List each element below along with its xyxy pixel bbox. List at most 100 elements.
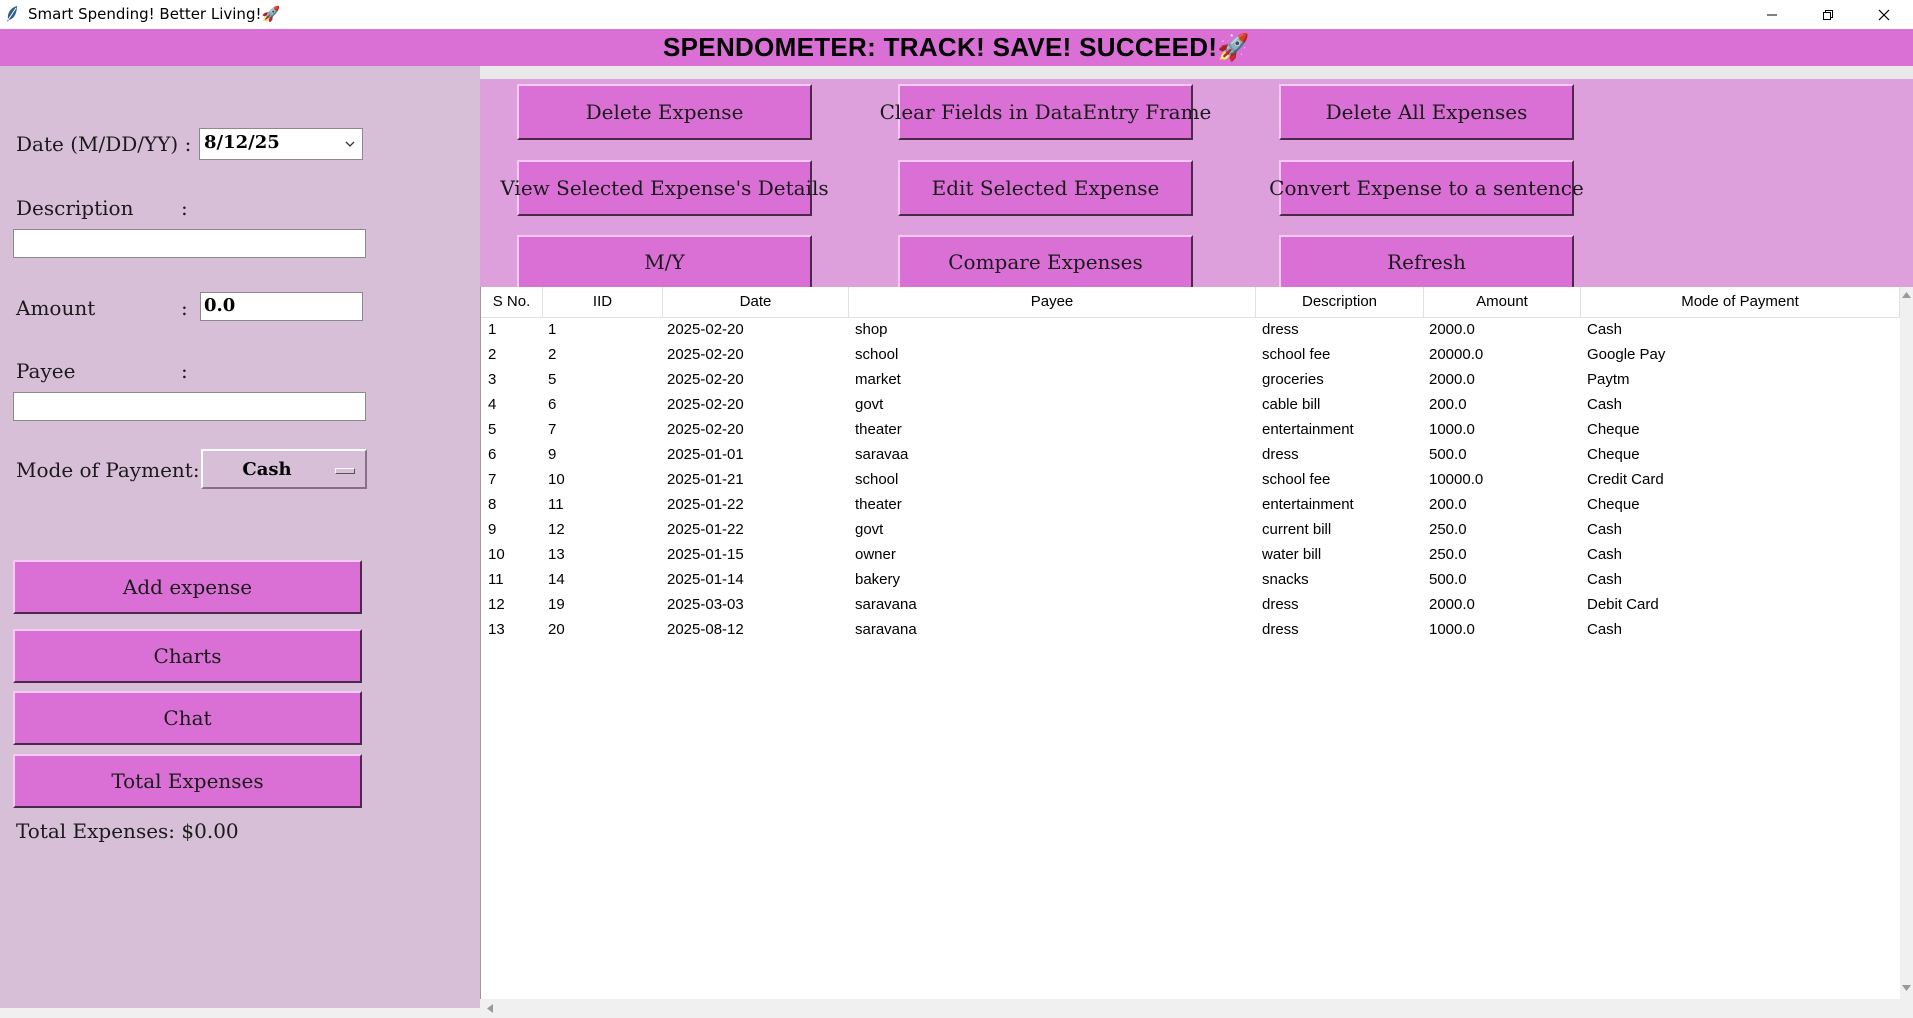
horizontal-scrollbar[interactable] bbox=[480, 999, 1913, 1018]
amount-label: Amount bbox=[16, 296, 96, 320]
table-row[interactable]: 6 9 2025-01-01 saravaa dress 500.0 Cheque bbox=[481, 442, 1900, 467]
cell-description: dress bbox=[1262, 596, 1299, 613]
convert-expense-button[interactable]: Convert Expense to a sentence bbox=[1269, 160, 1584, 216]
option-menu-indicator-icon bbox=[335, 468, 355, 474]
chat-button[interactable]: Chat bbox=[13, 691, 362, 745]
header-col-sno[interactable]: S No. bbox=[481, 287, 543, 317]
cell-sno: 10 bbox=[488, 546, 505, 563]
cell-amount: 250.0 bbox=[1429, 546, 1467, 563]
amount-field[interactable]: 0.0 bbox=[200, 292, 363, 321]
cell-iid: 13 bbox=[548, 546, 565, 563]
cell-sno: 9 bbox=[488, 521, 497, 538]
description-field[interactable] bbox=[13, 229, 366, 258]
banner-title: SPENDOMETER: TRACK! SAVE! SUCCEED!🚀 bbox=[663, 32, 1250, 62]
cell-amount: 1000.0 bbox=[1429, 421, 1475, 438]
refresh-button[interactable]: Refresh bbox=[1279, 235, 1574, 287]
month-year-button[interactable]: M/Y bbox=[517, 235, 812, 287]
description-label: Description bbox=[16, 196, 134, 220]
cell-date: 2025-01-21 bbox=[667, 471, 744, 488]
minimize-icon bbox=[1767, 14, 1777, 15]
cell-amount: 500.0 bbox=[1429, 446, 1467, 463]
cell-sno: 6 bbox=[488, 446, 497, 463]
cell-mode: Cash bbox=[1587, 396, 1623, 413]
cell-payee: school bbox=[855, 471, 899, 488]
top-separator bbox=[480, 66, 1913, 79]
delete-all-expenses-button[interactable]: Delete All Expenses bbox=[1279, 84, 1574, 140]
total-expenses-text: Total Expenses: $0.00 bbox=[16, 819, 239, 843]
cell-description: dress bbox=[1262, 446, 1299, 463]
table-row[interactable]: 5 7 2025-02-20 theater entertainment 1000.0 Ch… bbox=[481, 417, 1900, 442]
total-expenses-button[interactable]: Total Expenses bbox=[13, 754, 362, 808]
cell-date: 2025-03-03 bbox=[667, 596, 744, 613]
table-row[interactable]: 10 13 2025-01-15 owner water bill 250.0 Cash bbox=[481, 542, 1900, 567]
restore-button[interactable] bbox=[1799, 0, 1857, 29]
close-icon bbox=[1878, 9, 1890, 20]
cell-iid: 10 bbox=[548, 471, 565, 488]
cell-iid: 9 bbox=[548, 446, 557, 463]
table-row[interactable]: 9 12 2025-01-22 govt current bill 250.0 Cash bbox=[481, 517, 1900, 542]
title-bar: Smart Spending! Better Living!🚀 bbox=[0, 0, 1913, 29]
clear-fields-button[interactable]: Clear Fields in DataEntry Frame bbox=[880, 84, 1211, 140]
cell-amount: 2000.0 bbox=[1429, 321, 1475, 338]
table-row[interactable]: 13 20 2025-08-12 saravana dress 1000.0 Cash bbox=[481, 617, 1900, 642]
cell-date: 2025-02-20 bbox=[667, 421, 744, 438]
delete-expense-button[interactable]: Delete Expense bbox=[517, 84, 812, 140]
cell-mode: Debit Card bbox=[1587, 596, 1659, 613]
view-selected-expense-button[interactable]: View Selected Expense's Details bbox=[500, 160, 829, 216]
cell-amount: 500.0 bbox=[1429, 571, 1467, 588]
cell-date: 2025-02-20 bbox=[667, 321, 744, 338]
header-col-mode[interactable]: Mode of Payment bbox=[1581, 287, 1900, 317]
table-row[interactable]: 2 2 2025-02-20 school school fee 20000.0 Googl… bbox=[481, 342, 1900, 367]
add-expense-button[interactable]: Add expense bbox=[13, 560, 362, 614]
cell-iid: 11 bbox=[548, 496, 564, 513]
feather-icon bbox=[7, 6, 17, 22]
cell-iid: 2 bbox=[548, 346, 557, 363]
expenses-table[interactable]: S No. IID Date Payee Description Amount Mode o… bbox=[480, 287, 1900, 999]
cell-iid: 20 bbox=[548, 621, 565, 638]
header-col-payee[interactable]: Payee bbox=[849, 287, 1256, 317]
date-value: 8/12/25 bbox=[204, 132, 280, 153]
table-row[interactable]: 11 14 2025-01-14 bakery snacks 500.0 Cash bbox=[481, 567, 1900, 592]
payee-field[interactable] bbox=[13, 392, 366, 421]
date-picker[interactable]: 8/12/25 bbox=[199, 128, 363, 160]
cell-amount: 200.0 bbox=[1429, 496, 1467, 513]
cell-date: 2025-01-22 bbox=[667, 496, 744, 513]
close-button[interactable] bbox=[1855, 0, 1913, 29]
cell-amount: 20000.0 bbox=[1429, 346, 1484, 363]
table-row[interactable]: 7 10 2025-01-21 school school fee 10000.0 Cred… bbox=[481, 467, 1900, 492]
scroll-left-icon bbox=[487, 1004, 493, 1013]
cell-amount: 2000.0 bbox=[1429, 371, 1475, 388]
minimize-button[interactable] bbox=[1743, 0, 1801, 29]
table-row[interactable]: 12 19 2025-03-03 saravana dress 2000.0 Debit C… bbox=[481, 592, 1900, 617]
cell-sno: 5 bbox=[488, 421, 497, 438]
vertical-scrollbar[interactable] bbox=[1900, 287, 1913, 999]
header-col-amount[interactable]: Amount bbox=[1424, 287, 1581, 317]
header-col-iid[interactable]: IID bbox=[543, 287, 663, 317]
cell-payee: saravana bbox=[855, 621, 917, 638]
mode-of-payment-select[interactable]: Cash bbox=[201, 449, 367, 489]
scroll-up-icon bbox=[1902, 292, 1911, 298]
table-row[interactable]: 3 5 2025-02-20 market groceries 2000.0 Paytm bbox=[481, 367, 1900, 392]
cell-description: school fee bbox=[1262, 471, 1331, 488]
mode-of-payment-value: Cash bbox=[242, 459, 292, 480]
cell-date: 2025-08-12 bbox=[667, 621, 744, 638]
cell-mode: Cash bbox=[1587, 621, 1623, 638]
header-col-date[interactable]: Date bbox=[663, 287, 849, 317]
cell-payee: owner bbox=[855, 546, 896, 563]
edit-selected-expense-button[interactable]: Edit Selected Expense bbox=[898, 160, 1193, 216]
cell-date: 2025-01-14 bbox=[667, 571, 744, 588]
cell-date: 2025-02-20 bbox=[667, 371, 744, 388]
compare-expenses-button[interactable]: Compare Expenses bbox=[898, 235, 1193, 287]
table-row[interactable]: 1 1 2025-02-20 shop dress 2000.0 Cash bbox=[481, 317, 1900, 342]
mode-of-payment-label: Mode of Payment: bbox=[16, 458, 200, 482]
bottom-strip bbox=[0, 1008, 480, 1018]
table-row[interactable]: 8 11 2025-01-22 theater entertainment 200.0 Ch… bbox=[481, 492, 1900, 517]
header-col-description[interactable]: Description bbox=[1256, 287, 1424, 317]
charts-button[interactable]: Charts bbox=[13, 629, 362, 683]
amount-colon: : bbox=[181, 296, 188, 320]
cell-date: 2025-01-01 bbox=[667, 446, 744, 463]
cell-description: dress bbox=[1262, 321, 1299, 338]
table-row[interactable]: 4 6 2025-02-20 govt cable bill 200.0 Cash bbox=[481, 392, 1900, 417]
cell-sno: 3 bbox=[488, 371, 497, 388]
cell-description: entertainment bbox=[1262, 421, 1354, 438]
